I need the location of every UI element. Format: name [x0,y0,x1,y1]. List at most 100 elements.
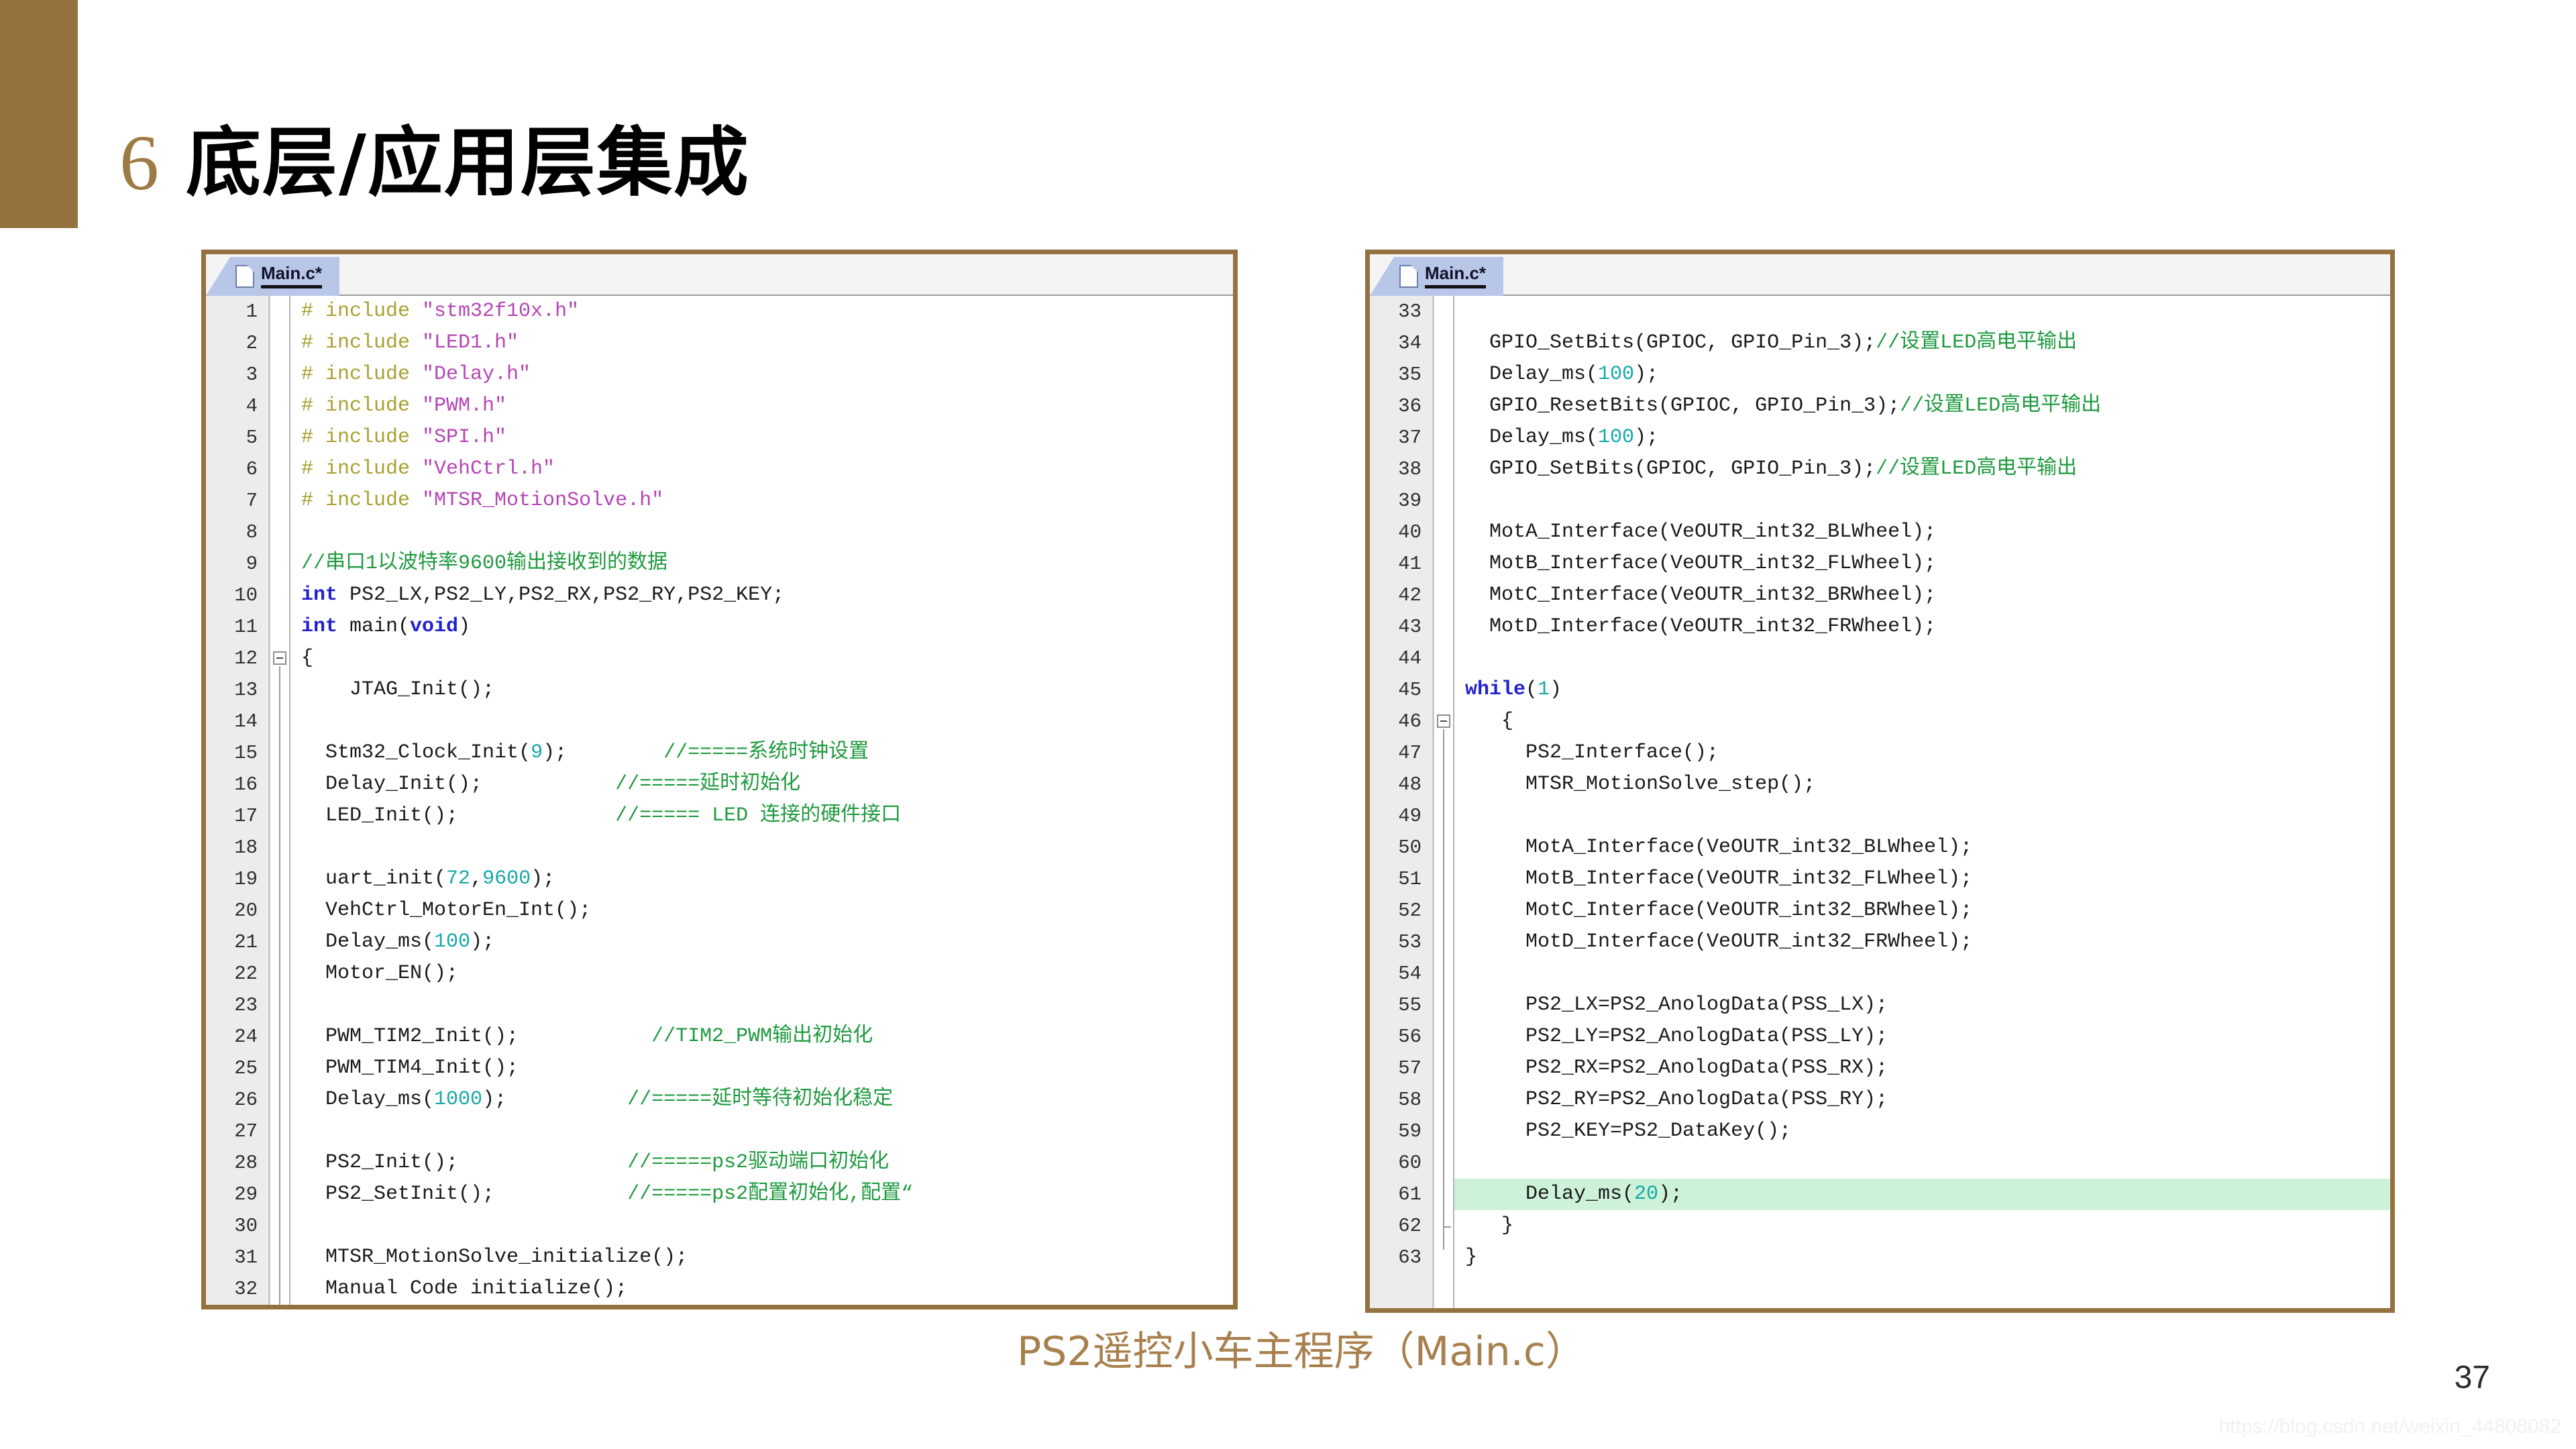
code-token: main( [337,615,411,638]
code-line[interactable]: GPIO_SetBits(GPIOC, GPIO_Pin_3);//设置LED高… [1454,453,2390,485]
code-line[interactable]: MTSR_MotionSolve_initialize(); [290,1242,1233,1273]
code-line[interactable] [290,706,1233,737]
code-token: PS2_SetInit(); [301,1183,495,1205]
code-token: ); [470,930,495,953]
code-line[interactable]: # include "MTSR_MotionSolve.h" [290,485,1233,517]
code-line[interactable]: PWM_TIM4_Init(); [290,1053,1233,1084]
code-line[interactable]: } [1454,1242,2390,1273]
code-line[interactable]: PS2_RX=PS2_AnologData(PSS_RX); [1454,1053,2390,1084]
code-line[interactable]: } [1454,1210,2390,1242]
file-icon [1399,265,1418,288]
code-line[interactable]: VehCtrl_MotorEn_Int(); [290,895,1233,926]
code-line[interactable] [1454,800,2390,832]
code-token: //=====延时等待初始化稳定 [627,1088,894,1111]
code-line[interactable]: PS2_SetInit(); //=====ps2配置初始化,配置“ [290,1179,1233,1210]
code-line[interactable]: # include "LED1.h" [290,327,1233,359]
code-token: # include [301,426,423,449]
code-line[interactable]: { [1454,706,2390,737]
code-line[interactable]: Manual Code initialize(); [290,1273,1233,1305]
code-token: Delay_ms( [301,930,435,953]
code-token: ); [1658,1183,1683,1205]
code-line[interactable]: int PS2_LX,PS2_LY,PS2_RX,PS2_RY,PS2_KEY; [290,580,1233,611]
code-line[interactable]: uart_init(72,9600); [290,863,1233,895]
line-number: 33 [1398,301,1421,323]
code-line[interactable]: # include "PWM.h" [290,390,1233,422]
code-token: { [301,647,314,669]
code-line[interactable]: # include "stm32f10x.h" [290,296,1233,327]
code-line[interactable] [1454,485,2390,517]
code-line[interactable]: # include "VehCtrl.h" [290,453,1233,485]
code-token: # include [301,489,423,512]
code-line[interactable] [1454,958,2390,989]
line-number: 15 [234,742,258,764]
code-line[interactable]: Delay_ms(20); [1454,1179,2390,1210]
fold-collapse-icon[interactable] [1437,714,1450,728]
code-line[interactable]: GPIO_ResetBits(GPIOC, GPIO_Pin_3);//设置LE… [1454,390,2390,422]
title-number: 6 [119,119,159,207]
tab-main-c-right[interactable]: Main.c* [1369,257,1504,296]
code-line[interactable]: MotB_Interface(VeOUTR_int32_FLWheel); [1454,863,2390,895]
line-number: 28 [234,1152,258,1174]
code-line[interactable] [1454,643,2390,674]
line-number: 4 [246,395,258,417]
line-number: 29 [234,1183,258,1205]
code-line[interactable]: JTAG_Init(); [290,674,1233,706]
code-line[interactable]: MotA_Interface(VeOUTR_int32_BLWheel); [1454,832,2390,863]
code-token: Delay_ms( [301,1088,435,1111]
code-token: # include [301,458,423,480]
code-text-area[interactable]: # include "stm32f10x.h" # include "LED1.h… [290,296,1233,1305]
code-line[interactable]: //串口1以波特率9600输出接收到的数据 [290,548,1233,580]
code-fold-rail[interactable] [270,296,290,1305]
code-line[interactable]: MotD_Interface(VeOUTR_int32_FRWheel); [1454,611,2390,643]
code-token: "VehCtrl.h" [422,458,555,480]
code-line[interactable]: PS2_RY=PS2_AnologData(PSS_RY); [1454,1084,2390,1116]
line-number: 26 [234,1089,258,1111]
line-number: 12 [234,647,258,669]
code-line[interactable]: Delay_ms(1000); //=====延时等待初始化稳定 [290,1084,1233,1116]
fold-guide-line [279,666,280,1305]
code-line[interactable] [1454,1147,2390,1179]
code-line[interactable]: { [290,643,1233,674]
code-text-area[interactable]: GPIO_SetBits(GPIOC, GPIO_Pin_3);//设置LED高… [1454,296,2390,1308]
code-line[interactable]: LED_Init(); //===== LED 连接的硬件接口 [290,800,1233,832]
code-line[interactable] [290,832,1233,863]
code-token: Manual Code initialize(); [301,1277,628,1300]
code-line[interactable]: PS2_LY=PS2_AnologData(PSS_LY); [1454,1021,2390,1053]
code-line[interactable]: # include "SPI.h" [290,422,1233,453]
code-line[interactable]: # include "Delay.h" [290,359,1233,390]
code-fold-rail[interactable] [1434,296,1454,1308]
code-line[interactable]: Delay_ms(100); [1454,359,2390,390]
code-line[interactable]: MotD_Interface(VeOUTR_int32_FRWheel); [1454,926,2390,958]
code-line[interactable]: MotC_Interface(VeOUTR_int32_BRWheel); [1454,580,2390,611]
code-line[interactable]: GPIO_SetBits(GPIOC, GPIO_Pin_3);//设置LED高… [1454,327,2390,359]
code-line[interactable]: MotC_Interface(VeOUTR_int32_BRWheel); [1454,895,2390,926]
code-line[interactable]: Stm32_Clock_Init(9); //=====系统时钟设置 [290,737,1233,769]
code-line[interactable] [290,989,1233,1021]
code-line[interactable]: while(1) [1454,674,2390,706]
line-number: 42 [1398,584,1421,606]
code-line[interactable]: Motor_EN(); [290,958,1233,989]
code-line[interactable] [290,517,1233,548]
fold-collapse-icon[interactable] [273,651,286,665]
code-line[interactable]: PS2_KEY=PS2_DataKey(); [1454,1116,2390,1147]
tab-main-c-left[interactable]: Main.c* [205,257,340,296]
code-line[interactable]: Delay_ms(100); [1454,422,2390,453]
code-line[interactable]: PS2_LX=PS2_AnologData(PSS_LX); [1454,989,2390,1021]
code-line[interactable]: MotA_Interface(VeOUTR_int32_BLWheel); [1454,517,2390,548]
code-line[interactable]: Delay_Init(); //=====延时初始化 [290,769,1233,800]
code-line[interactable]: Delay_ms(100); [290,926,1233,958]
line-number: 10 [234,584,258,606]
code-line[interactable]: PS2_Init(); //=====ps2驱动端口初始化 [290,1147,1233,1179]
code-token: , [470,867,483,890]
code-token: 1 [1538,678,1550,701]
code-line[interactable] [290,1116,1233,1147]
code-line[interactable]: PS2_Interface(); [1454,737,2390,769]
code-line[interactable] [290,1210,1233,1242]
code-line[interactable]: MTSR_MotionSolve_step(); [1454,769,2390,800]
line-number: 36 [1398,395,1421,417]
code-line[interactable] [1454,296,2390,327]
code-line[interactable]: PWM_TIM2_Init(); //TIM2_PWM输出初始化 [290,1021,1233,1053]
code-line[interactable]: int main(void) [290,611,1233,643]
code-line[interactable]: MotB_Interface(VeOUTR_int32_FLWheel); [1454,548,2390,580]
